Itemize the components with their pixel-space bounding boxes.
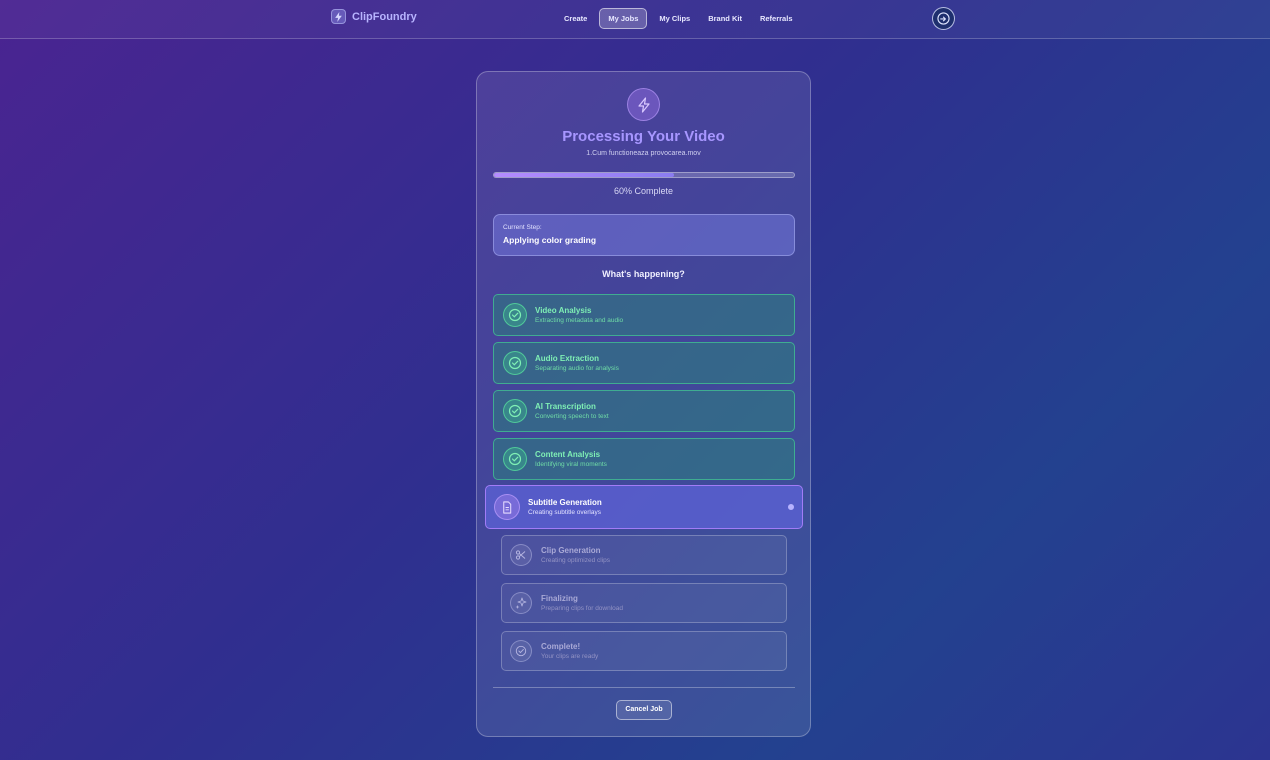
nav-create[interactable]: Create bbox=[558, 8, 593, 29]
divider bbox=[493, 687, 795, 688]
current-step-panel: Current Step: Applying color grading bbox=[493, 214, 795, 256]
active-indicator-dot bbox=[788, 504, 794, 510]
scissors-icon bbox=[510, 544, 532, 566]
step-description: Extracting metadata and audio bbox=[535, 317, 624, 324]
progress-fill bbox=[494, 173, 674, 177]
step-description: Creating optimized clips bbox=[541, 557, 611, 564]
processing-card: Processing Your Video 1.Cum functioneaza… bbox=[476, 71, 811, 737]
progress-text: 60% Complete bbox=[613, 186, 674, 196]
step-title: Subtitle Generation bbox=[528, 498, 602, 507]
nav-referrals[interactable]: Referrals bbox=[754, 8, 799, 29]
progress-bar bbox=[493, 172, 795, 178]
document-icon bbox=[494, 494, 520, 520]
step-subtitle-generation: Subtitle Generation Creating subtitle ov… bbox=[485, 485, 803, 529]
lightning-bolt-icon bbox=[627, 88, 660, 121]
current-step-value: Applying color grading bbox=[503, 235, 597, 245]
step-title: Video Analysis bbox=[535, 306, 592, 315]
step-description: Converting speech to text bbox=[535, 413, 609, 420]
cancel-job-button[interactable]: Cancel Job bbox=[616, 700, 672, 720]
step-title: Audio Extraction bbox=[535, 354, 600, 363]
check-circle-icon bbox=[503, 303, 527, 327]
brand[interactable]: ClipFoundry bbox=[331, 9, 417, 24]
page-title: Processing Your Video bbox=[562, 128, 725, 145]
step-audio-extraction: Audio Extraction Separating audio for an… bbox=[493, 342, 795, 384]
step-title: Clip Generation bbox=[541, 546, 601, 555]
nav-my-clips[interactable]: My Clips bbox=[653, 8, 696, 29]
step-ai-transcription: AI Transcription Converting speech to te… bbox=[493, 390, 795, 432]
step-finalizing: Finalizing Preparing clips for download bbox=[501, 583, 787, 623]
step-description: Identifying viral moments bbox=[535, 461, 607, 468]
brand-name: ClipFoundry bbox=[352, 10, 417, 23]
step-description: Preparing clips for download bbox=[541, 605, 624, 612]
lightning-bolt-icon bbox=[331, 9, 346, 24]
step-description: Your clips are ready bbox=[541, 653, 599, 660]
step-clip-generation: Clip Generation Creating optimized clips bbox=[501, 535, 787, 575]
step-complete: Complete! Your clips are ready bbox=[501, 631, 787, 671]
step-title: AI Transcription bbox=[535, 402, 596, 411]
step-title: Finalizing bbox=[541, 594, 578, 603]
sparkles-icon bbox=[510, 592, 532, 614]
step-description: Separating audio for analysis bbox=[535, 365, 619, 372]
step-title: Content Analysis bbox=[535, 450, 601, 459]
nav-brand-kit[interactable]: Brand Kit bbox=[702, 8, 748, 29]
step-content-analysis: Content Analysis Identifying viral momen… bbox=[493, 438, 795, 480]
check-circle-icon bbox=[503, 351, 527, 375]
step-description: Creating subtitle overlays bbox=[528, 509, 601, 516]
file-name: 1.Cum functioneaza provocarea.mov bbox=[586, 150, 701, 157]
check-circle-icon bbox=[503, 399, 527, 423]
user-avatar-icon[interactable] bbox=[932, 7, 955, 30]
section-heading: What's happening? bbox=[602, 269, 685, 279]
check-circle-icon bbox=[503, 447, 527, 471]
nav-my-jobs[interactable]: My Jobs bbox=[599, 8, 648, 29]
step-title: Complete! bbox=[541, 642, 581, 651]
step-video-analysis: Video Analysis Extracting metadata and a… bbox=[493, 294, 795, 336]
check-circle-icon bbox=[510, 640, 532, 662]
main-nav: Create My Jobs My Clips Brand Kit Referr… bbox=[558, 8, 799, 29]
current-step-label: Current Step: bbox=[503, 224, 542, 231]
top-navigation-bar: ClipFoundry Create My Jobs My Clips Bran… bbox=[0, 0, 1270, 39]
